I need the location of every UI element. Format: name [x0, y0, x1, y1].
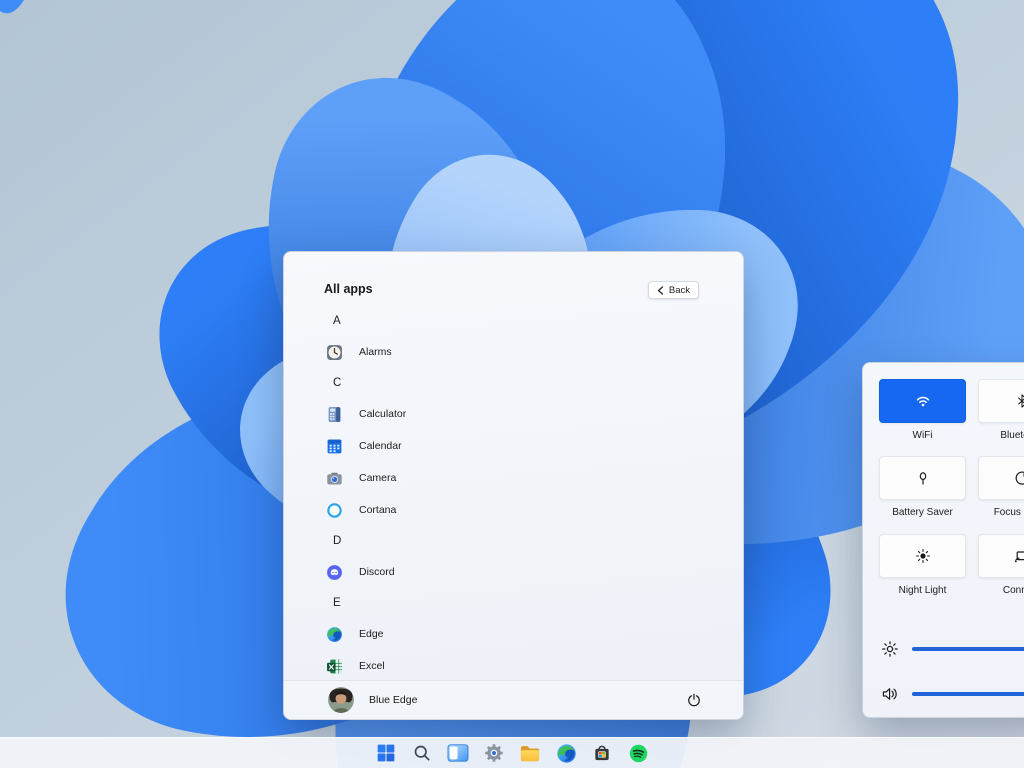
night-light-icon — [915, 548, 931, 564]
app-item-cortana[interactable]: Cortana — [324, 494, 743, 526]
letter-header[interactable]: D — [324, 526, 743, 556]
battery-saver-tile-label: Battery Saver — [879, 507, 966, 518]
task-view-button[interactable] — [446, 741, 470, 765]
wifi-tile-label: WiFi — [879, 430, 966, 441]
desktop: All apps Back A Alarms C — [0, 0, 1024, 768]
battery-saver-icon — [915, 470, 931, 486]
focus-assist-tile-label: Focus assist — [978, 507, 1024, 518]
app-item-label: Calculator — [359, 408, 406, 420]
brightness-slider[interactable] — [881, 639, 1024, 659]
power-button[interactable] — [681, 687, 707, 713]
app-item-calculator[interactable]: Calculator — [324, 398, 743, 430]
user-name: Blue Edge — [369, 694, 417, 706]
brightness-track[interactable] — [912, 647, 1024, 651]
gear-icon — [484, 743, 504, 763]
volume-track[interactable] — [912, 692, 1024, 696]
start-menu: All apps Back A Alarms C — [283, 251, 744, 720]
connect-tile-label: Connect — [978, 585, 1024, 596]
app-item-label: Excel — [359, 660, 385, 672]
cortana-icon — [326, 502, 343, 519]
letter-header[interactable]: A — [324, 306, 743, 336]
file-explorer-button[interactable] — [518, 741, 542, 765]
spotify-button[interactable] — [626, 741, 650, 765]
wifi-tile[interactable] — [879, 379, 966, 423]
app-item-excel[interactable]: Excel — [324, 650, 743, 680]
back-button-label: Back — [669, 285, 690, 296]
excel-icon — [326, 658, 343, 675]
power-icon — [687, 693, 701, 707]
page-title: All apps — [324, 282, 373, 296]
calculator-icon — [326, 406, 343, 423]
back-button[interactable]: Back — [648, 281, 699, 299]
connect-tile[interactable] — [978, 534, 1024, 578]
all-apps-list[interactable]: A Alarms C — [284, 306, 743, 680]
spotify-icon — [628, 743, 649, 764]
search-icon — [412, 743, 432, 763]
app-item-edge[interactable]: Edge — [324, 618, 743, 650]
search-button[interactable] — [410, 741, 434, 765]
app-item-label: Camera — [359, 472, 396, 484]
app-item-label: Cortana — [359, 504, 396, 516]
alarms-icon — [326, 344, 343, 361]
letter-header[interactable]: E — [324, 588, 743, 618]
app-item-label: Alarms — [359, 346, 392, 358]
bluetooth-icon — [1015, 393, 1024, 409]
taskbar — [0, 737, 1024, 768]
edge-icon — [556, 743, 577, 764]
microsoft-store-icon — [592, 743, 612, 763]
user-profile-button[interactable]: Blue Edge — [328, 687, 417, 713]
app-item-camera[interactable]: Camera — [324, 462, 743, 494]
focus-assist-tile[interactable] — [978, 456, 1024, 500]
avatar — [328, 687, 354, 713]
app-item-calendar[interactable]: Calendar — [324, 430, 743, 462]
volume-slider[interactable] — [881, 684, 1024, 704]
task-view-icon — [447, 743, 469, 763]
camera-icon — [326, 470, 343, 487]
quick-settings-panel: WiFi Bluetooth Battery Saver Focus assis… — [862, 362, 1024, 718]
brightness-icon — [881, 640, 899, 658]
connect-icon — [1014, 548, 1024, 564]
chevron-left-icon — [657, 286, 664, 295]
wifi-icon — [914, 393, 932, 409]
app-item-label: Edge — [359, 628, 384, 640]
microsoft-store-button[interactable] — [590, 741, 614, 765]
calendar-icon — [326, 438, 343, 455]
discord-icon — [326, 564, 343, 581]
start-button[interactable] — [374, 741, 398, 765]
bluetooth-tile[interactable] — [978, 379, 1024, 423]
edge-icon — [326, 626, 343, 643]
app-item-label: Calendar — [359, 440, 402, 452]
settings-button[interactable] — [482, 741, 506, 765]
bluetooth-tile-label: Bluetooth — [978, 430, 1024, 441]
night-light-tile[interactable] — [879, 534, 966, 578]
battery-saver-tile[interactable] — [879, 456, 966, 500]
letter-header[interactable]: C — [324, 368, 743, 398]
edge-button[interactable] — [554, 741, 578, 765]
start-menu-footer: Blue Edge — [284, 680, 743, 719]
night-light-tile-label: Night Light — [879, 585, 966, 596]
app-item-alarms[interactable]: Alarms — [324, 336, 743, 368]
focus-icon — [1014, 470, 1024, 486]
folder-icon — [519, 743, 541, 763]
app-item-label: Discord — [359, 566, 395, 578]
app-item-discord[interactable]: Discord — [324, 556, 743, 588]
windows-start-icon — [376, 743, 396, 763]
volume-icon — [881, 685, 899, 703]
